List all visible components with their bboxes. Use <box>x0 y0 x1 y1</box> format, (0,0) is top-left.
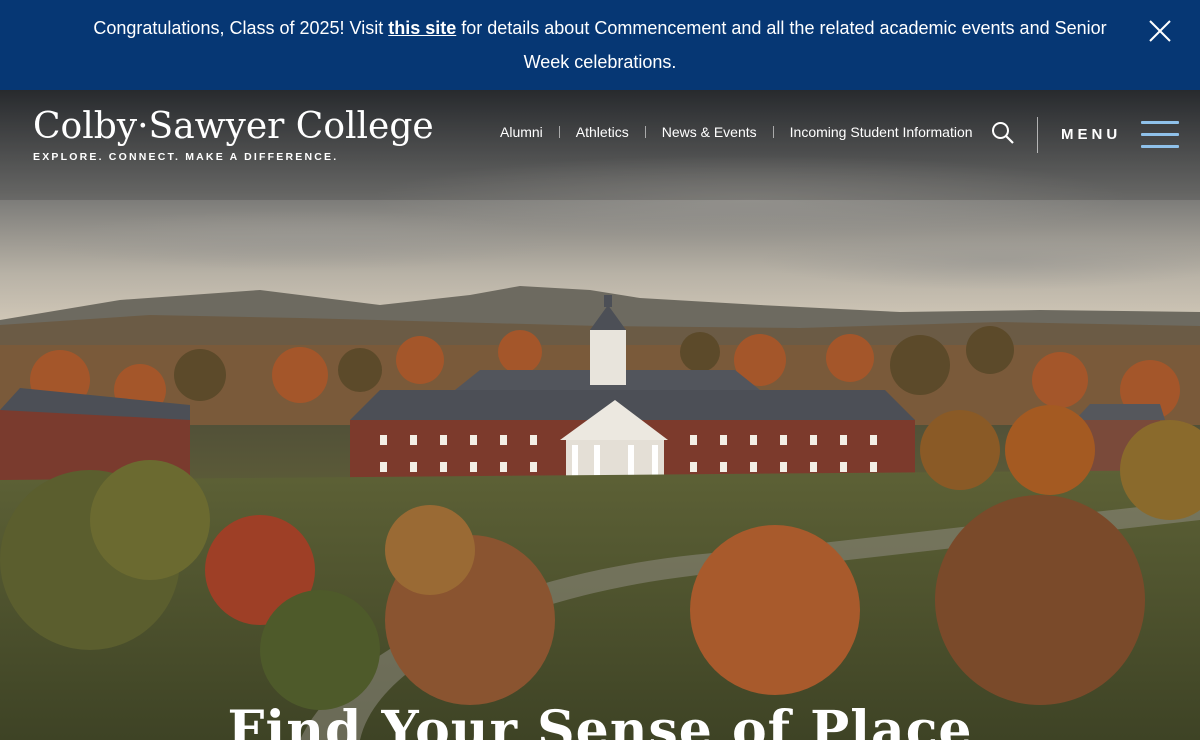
nav-item-incoming-students[interactable]: Incoming Student Information <box>790 124 973 140</box>
nav-separator <box>644 126 646 138</box>
hero-image <box>0 90 1200 740</box>
nav-separator <box>772 126 774 138</box>
search-icon[interactable] <box>990 120 1016 146</box>
hero-title: Find Your Sense of Place <box>227 700 973 740</box>
header-divider <box>1037 117 1038 153</box>
hamburger-icon[interactable] <box>1141 121 1179 149</box>
primary-nav: Alumni Athletics News & Events Incoming … <box>500 124 973 140</box>
logo-tagline: EXPLORE. CONNECT. MAKE A DIFFERENCE. <box>33 151 339 163</box>
logo-name: Colby·Sawyer College <box>33 106 434 147</box>
announcement-banner: Congratulations, Class of 2025! Visit th… <box>0 0 1200 90</box>
menu-label[interactable]: MENU <box>1061 126 1121 143</box>
nav-item-news-events[interactable]: News & Events <box>662 124 757 140</box>
banner-message: Congratulations, Class of 2025! Visit th… <box>85 11 1115 79</box>
close-icon[interactable] <box>1148 19 1172 43</box>
nav-item-alumni[interactable]: Alumni <box>500 124 543 140</box>
nav-item-athletics[interactable]: Athletics <box>576 124 629 140</box>
banner-link[interactable]: this site <box>388 18 456 38</box>
site-logo[interactable]: Colby·Sawyer College EXPLORE. CONNECT. M… <box>33 105 434 163</box>
nav-separator <box>558 126 560 138</box>
campus-aerial-photo <box>0 90 1200 740</box>
banner-text-after: for details about Commencement and all t… <box>456 18 1107 72</box>
banner-text-before: Congratulations, Class of 2025! Visit <box>93 18 389 38</box>
